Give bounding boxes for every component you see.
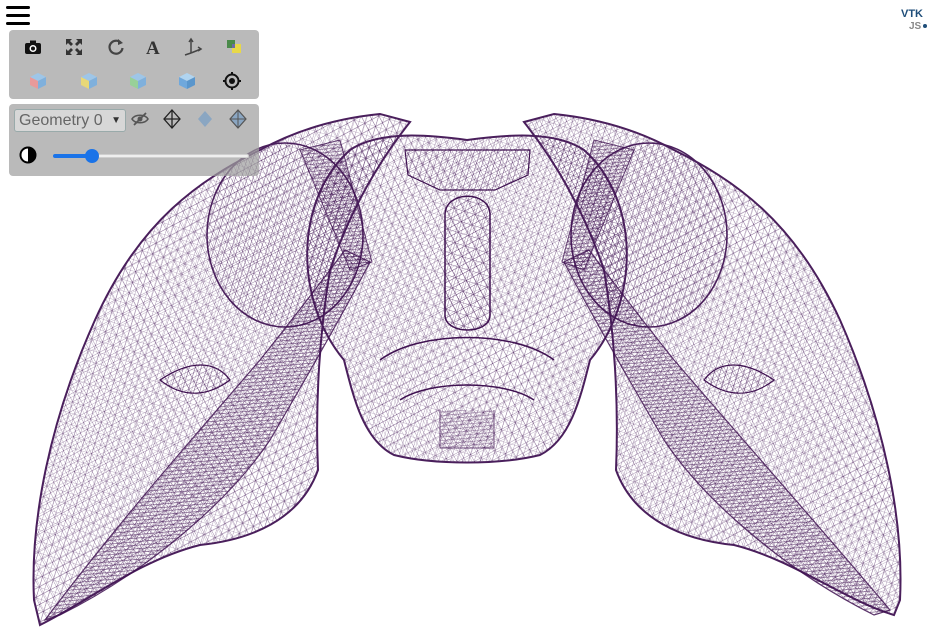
central-stem	[444, 195, 491, 331]
menu-bar	[6, 14, 30, 17]
expand-icon	[66, 39, 82, 55]
annotations-button[interactable]: A	[141, 35, 165, 59]
cube-green-icon	[130, 73, 146, 89]
surface-mode-button[interactable]	[193, 107, 217, 131]
opacity-slider[interactable]	[53, 149, 249, 163]
view-toolbar: A	[9, 30, 259, 99]
menu-toggle-button[interactable]	[6, 6, 30, 26]
view-y-button[interactable]	[77, 69, 101, 93]
surface-diamond-icon	[198, 111, 212, 127]
vtkjs-logo: VTK JS	[901, 8, 927, 32]
view-z-button[interactable]	[126, 69, 150, 93]
opacity-icon	[19, 146, 37, 164]
geometry-select[interactable]: Geometry 0 ▼	[14, 109, 126, 132]
axes-icon	[184, 37, 203, 56]
center-focus-button[interactable]	[220, 69, 244, 93]
rotate-icon	[108, 39, 124, 55]
target-icon	[223, 72, 241, 90]
eye-slash-icon	[131, 112, 149, 126]
surface-edges-diamond-icon	[229, 109, 247, 129]
reset-camera-button[interactable]	[62, 35, 86, 59]
surface-edges-mode-button[interactable]	[226, 107, 250, 131]
chevron-down-icon: ▼	[111, 115, 121, 126]
color-palette-icon	[227, 40, 241, 53]
geometry-panel: Geometry 0 ▼	[9, 104, 259, 176]
menu-bar	[6, 22, 30, 25]
cube-yellow-icon	[81, 73, 97, 89]
rotate-button[interactable]	[104, 35, 128, 59]
camera-icon	[25, 40, 41, 54]
render-window[interactable]: VTK JS A Geometry 0 ▼	[0, 0, 934, 640]
wireframe-diamond-icon	[163, 109, 181, 129]
geometry-select-value: Geometry 0	[19, 112, 103, 129]
orientation-axes-button[interactable]	[181, 35, 205, 59]
wireframe-mode-button[interactable]	[160, 107, 184, 131]
text-icon: A	[146, 38, 160, 57]
background-button[interactable]	[222, 35, 246, 59]
cube-red-icon	[30, 73, 46, 89]
slider-thumb[interactable]	[85, 149, 99, 163]
screenshot-button[interactable]	[21, 35, 45, 59]
menu-bar	[6, 6, 30, 9]
svg-text:A: A	[146, 38, 160, 57]
wireframe-mesh	[32, 112, 902, 627]
visibility-toggle-button[interactable]	[128, 107, 152, 131]
view-iso-button[interactable]	[175, 69, 199, 93]
cube-blue-icon	[179, 73, 195, 89]
logo-text-bottom: JS	[909, 21, 922, 32]
view-x-button[interactable]	[26, 69, 50, 93]
logo-text-top: VTK	[901, 8, 923, 20]
